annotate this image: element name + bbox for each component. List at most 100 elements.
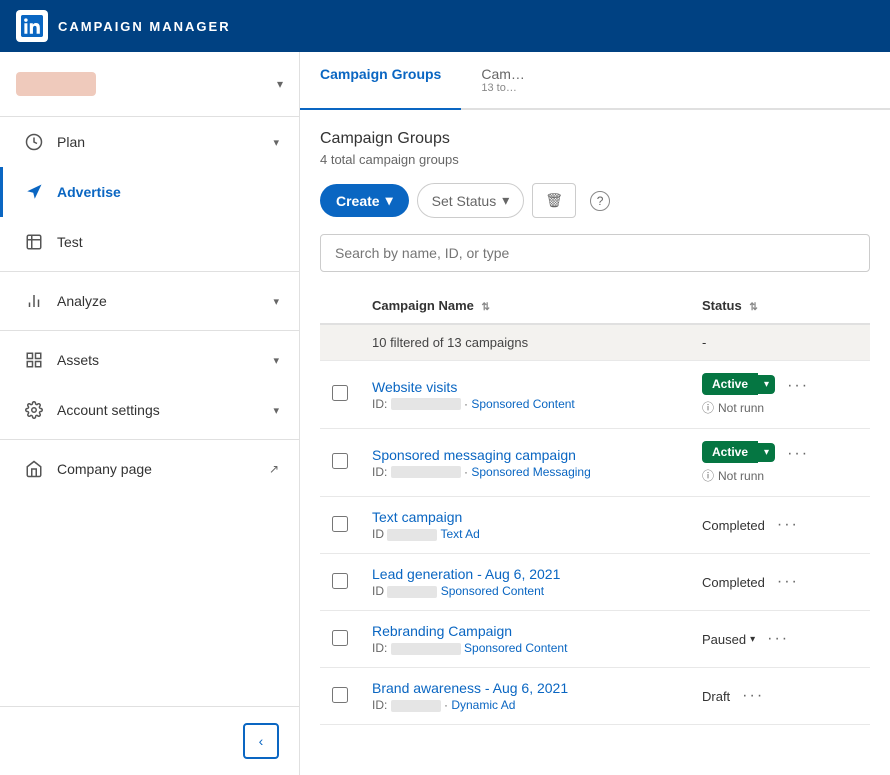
row-menu-dots[interactable]: ···	[734, 683, 772, 709]
blurred-id	[387, 529, 437, 541]
delete-icon: 🗑	[545, 192, 563, 208]
info-icon: ⓘ	[702, 467, 714, 484]
delete-button[interactable]: 🗑	[532, 183, 576, 218]
section-title: Campaign Groups	[320, 130, 870, 148]
tab-campaign-groups[interactable]: Campaign Groups	[300, 52, 461, 110]
sidebar-item-account-settings[interactable]: Account settings ▾	[0, 385, 299, 435]
status-cell: Active ▾ ··· ⓘ Not runn	[690, 429, 870, 497]
paused-dropdown-icon[interactable]: ▾	[750, 634, 755, 645]
row-menu-dots[interactable]: ···	[769, 569, 807, 595]
divider	[0, 330, 299, 331]
campaign-meta: ID: · Sponsored Messaging	[372, 465, 678, 479]
blurred-id	[391, 466, 461, 478]
row-menu-dots[interactable]: ···	[779, 373, 817, 399]
campaign-meta: ID Sponsored Content	[372, 584, 678, 598]
not-running-status: ⓘ Not runn	[702, 467, 858, 484]
row-menu-dots[interactable]: ···	[779, 441, 817, 467]
campaign-name-header[interactable]: Campaign Name ⇅	[360, 288, 690, 324]
table-row: Text campaign ID Text Ad Completed ···	[320, 497, 870, 554]
row-menu-dots[interactable]: ···	[759, 626, 797, 652]
sidebar-item-label: Advertise	[57, 184, 279, 200]
status-text: Completed	[702, 518, 765, 533]
account-settings-chevron-icon: ▾	[273, 404, 279, 417]
company-icon	[23, 458, 45, 480]
search-input[interactable]	[320, 234, 870, 272]
assets-chevron-icon: ▾	[273, 354, 279, 367]
topbar: CAMPAIGN MANAGER	[0, 0, 890, 52]
sidebar-profile[interactable]: ▾	[0, 52, 299, 117]
settings-icon	[23, 399, 45, 421]
row-checkbox[interactable]	[332, 385, 348, 401]
status-dropdown-icon[interactable]: ▾	[758, 375, 775, 394]
status-badge-wrap: Active ▾	[702, 373, 775, 395]
create-button[interactable]: Create ▾	[320, 184, 409, 217]
blurred-id	[387, 586, 437, 598]
analyze-chevron-icon: ▾	[273, 295, 279, 308]
campaign-name-link[interactable]: Rebranding Campaign	[372, 623, 678, 639]
sidebar-item-label: Plan	[57, 134, 273, 150]
campaign-name-link[interactable]: Text campaign	[372, 509, 678, 525]
campaign-name-link[interactable]: Brand awareness - Aug 6, 2021	[372, 680, 678, 696]
section-subtitle: 4 total campaign groups	[320, 152, 870, 167]
sort-icon: ⇅	[749, 302, 757, 313]
row-checkbox[interactable]	[332, 687, 348, 703]
campaign-name-cell: Website visits ID: · Sponsored Content	[360, 361, 690, 429]
table-header: Campaign Name ⇅ Status ⇅	[320, 288, 870, 324]
blurred-id	[391, 700, 441, 712]
sidebar-item-label: Test	[57, 234, 279, 250]
create-dropdown-icon: ▾	[386, 192, 393, 209]
toolbar: Create ▾ Set Status ▾ 🗑 ?	[320, 183, 870, 218]
sidebar-item-label: Assets	[57, 352, 273, 368]
set-status-button[interactable]: Set Status ▾	[417, 183, 525, 218]
help-button[interactable]: ?	[584, 185, 616, 217]
status-cell: Active ▾ ··· ⓘ Not runn	[690, 361, 870, 429]
blurred-id	[391, 643, 461, 655]
linkedin-logo	[16, 10, 48, 42]
row-checkbox-cell	[320, 497, 360, 554]
sidebar-item-analyze[interactable]: Analyze ▾	[0, 276, 299, 326]
filter-info-label: 10 filtered of 13 campaigns	[360, 324, 690, 361]
sidebar-item-test[interactable]: Test	[0, 217, 299, 267]
collapse-sidebar-button[interactable]: ‹	[243, 723, 279, 759]
table-row: Sponsored messaging campaign ID: · Spons…	[320, 429, 870, 497]
table-row: Website visits ID: · Sponsored Content A…	[320, 361, 870, 429]
blurred-id	[391, 398, 461, 410]
row-checkbox-cell	[320, 554, 360, 611]
campaign-name-cell: Lead generation - Aug 6, 2021 ID Sponsor…	[360, 554, 690, 611]
select-all-header	[320, 288, 360, 324]
campaign-name-link[interactable]: Website visits	[372, 379, 678, 395]
campaign-name-cell: Brand awareness - Aug 6, 2021 ID: · Dyna…	[360, 668, 690, 725]
status-text: Completed	[702, 575, 765, 590]
row-menu-dots[interactable]: ···	[769, 512, 807, 538]
row-checkbox-cell	[320, 361, 360, 429]
main-layout: ▾ Plan ▾ Advertise	[0, 52, 890, 775]
sidebar-bottom: ‹	[0, 706, 299, 775]
sidebar-item-advertise[interactable]: Advertise	[0, 167, 299, 217]
row-checkbox[interactable]	[332, 573, 348, 589]
create-button-label: Create	[336, 193, 380, 209]
status-badge: Active	[702, 373, 758, 395]
sidebar-item-assets[interactable]: Assets ▾	[0, 335, 299, 385]
divider	[0, 271, 299, 272]
status-dropdown-icon[interactable]: ▾	[758, 443, 775, 462]
status-header[interactable]: Status ⇅	[690, 288, 870, 324]
plan-icon	[23, 131, 45, 153]
campaign-name-cell: Text campaign ID Text Ad	[360, 497, 690, 554]
plan-chevron-icon: ▾	[273, 136, 279, 149]
assets-icon	[23, 349, 45, 371]
content-body: Campaign Groups 4 total campaign groups …	[300, 110, 890, 775]
row-checkbox[interactable]	[332, 630, 348, 646]
status-text: Paused	[702, 632, 746, 647]
sidebar-item-company-page[interactable]: Company page ↗	[0, 444, 299, 494]
sidebar-item-plan[interactable]: Plan ▾	[0, 117, 299, 167]
campaign-name-link[interactable]: Sponsored messaging campaign	[372, 447, 678, 463]
test-icon	[23, 231, 45, 253]
row-checkbox[interactable]	[332, 453, 348, 469]
filter-info-row: 10 filtered of 13 campaigns -	[320, 324, 870, 361]
tab-campaigns[interactable]: Cam… 13 to…	[461, 52, 545, 110]
sort-icon: ⇅	[482, 302, 490, 313]
campaign-name-link[interactable]: Lead generation - Aug 6, 2021	[372, 566, 678, 582]
sidebar-nav: Plan ▾ Advertise Test	[0, 117, 299, 706]
info-icon: ⓘ	[702, 399, 714, 416]
row-checkbox[interactable]	[332, 516, 348, 532]
